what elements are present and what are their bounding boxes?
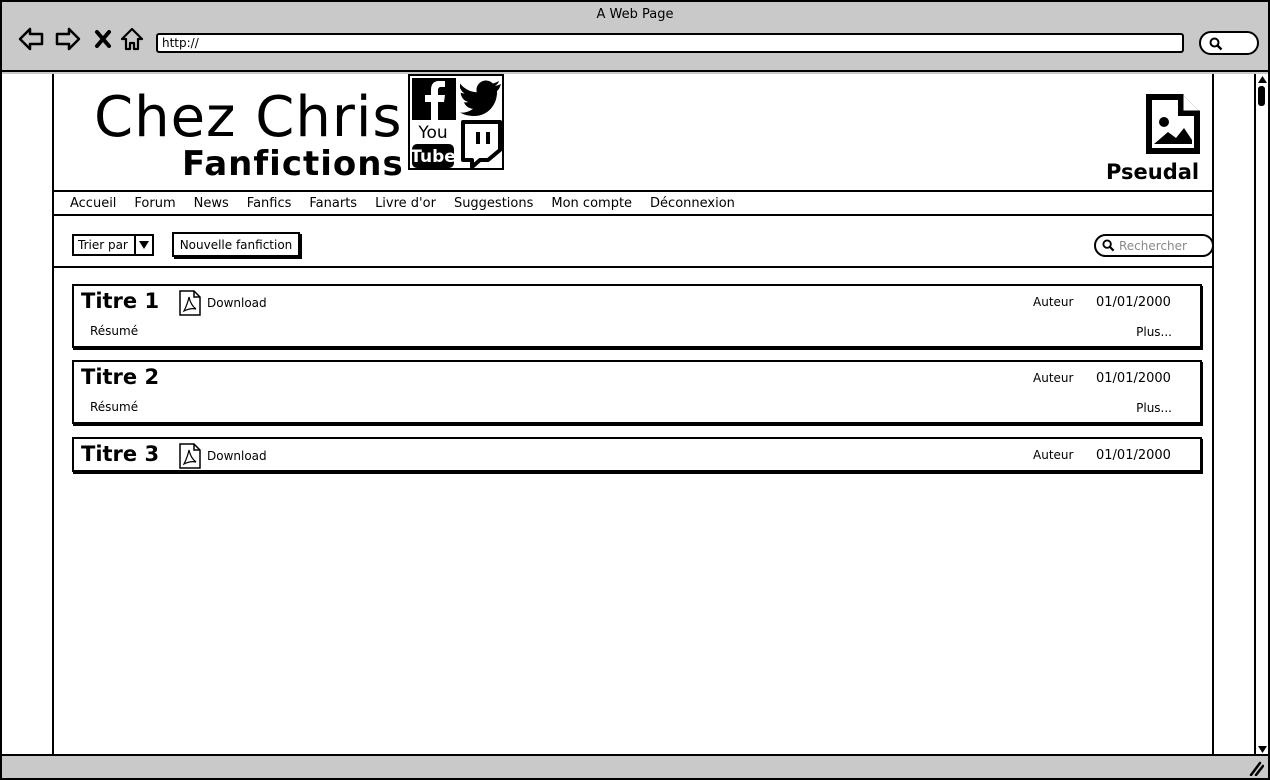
fanfic-summary: Résumé — [90, 324, 139, 338]
fanfic-author[interactable]: Auteur — [1033, 371, 1073, 385]
twitch-icon[interactable] — [458, 120, 502, 168]
vertical-scrollbar[interactable] — [1254, 74, 1268, 754]
fanfic-title[interactable]: Titre 1 — [81, 289, 159, 313]
chevron-down-icon[interactable] — [134, 236, 152, 254]
back-button[interactable] — [16, 24, 46, 54]
menu-item-forum[interactable]: Forum — [134, 196, 175, 211]
forward-button[interactable] — [53, 24, 83, 54]
url-input[interactable]: http:// — [156, 33, 1184, 53]
scroll-up-icon[interactable] — [1256, 74, 1268, 84]
resize-grip-icon[interactable] — [1248, 760, 1264, 776]
fanfic-date: 01/01/2000 — [1096, 448, 1171, 463]
browser-titlebar: A Web Page http:// — [2, 2, 1268, 72]
stop-button[interactable] — [88, 24, 118, 54]
fanfic-card[interactable]: Titre 3 Download Auteur 01/01/2000 — [72, 437, 1202, 472]
pdf-icon — [179, 290, 201, 316]
fanfic-card[interactable]: Titre 2 Auteur 01/01/2000 Résumé Plus... — [72, 360, 1202, 424]
menu-item-news[interactable]: News — [194, 196, 229, 211]
fanfic-author[interactable]: Auteur — [1033, 295, 1073, 309]
fanfic-summary: Résumé — [90, 400, 139, 414]
browser-viewport: Chez Chris Fanfictions You Tube Pseudal … — [2, 74, 1254, 754]
menu-item-mon-compte[interactable]: Mon compte — [551, 196, 632, 211]
page-frame: Chez Chris Fanfictions You Tube Pseudal … — [52, 74, 1214, 754]
window-title: A Web Page — [596, 7, 674, 22]
youtube-text-top: You — [417, 123, 447, 143]
browser-statusbar — [2, 754, 1268, 778]
site-subtitle: Fanfictions — [182, 144, 404, 184]
fanfic-date: 01/01/2000 — [1096, 371, 1171, 386]
forward-arrow-icon — [55, 27, 81, 51]
pdf-icon — [179, 443, 201, 469]
menu-item-accueil[interactable]: Accueil — [70, 196, 116, 211]
home-icon — [120, 27, 144, 51]
search-icon — [1209, 37, 1223, 51]
fanfic-card[interactable]: Titre 1 Download Auteur 01/01/2000 Résum… — [72, 284, 1202, 348]
site-title: Chez Chris — [94, 85, 403, 150]
search-input[interactable] — [1119, 238, 1209, 253]
new-fanfiction-button[interactable]: Nouvelle fanfiction — [172, 232, 300, 257]
browser-search-field[interactable] — [1199, 31, 1259, 55]
fanfic-list: Titre 1 Download Auteur 01/01/2000 Résum… — [54, 266, 1214, 754]
browser-window: A Web Page http:// Chez Chris Fanfiction… — [0, 0, 1270, 780]
fanfic-title[interactable]: Titre 3 — [81, 442, 159, 466]
sort-label: Trier par — [78, 238, 128, 252]
fanfic-title[interactable]: Titre 2 — [81, 365, 159, 389]
twitter-icon[interactable] — [460, 80, 502, 116]
more-link[interactable]: Plus... — [1136, 325, 1172, 339]
download-link[interactable]: Download — [179, 443, 267, 469]
home-button[interactable] — [117, 24, 147, 54]
download-label: Download — [207, 449, 267, 463]
scroll-down-icon[interactable] — [1256, 744, 1268, 754]
close-icon — [95, 30, 111, 48]
social-links: You Tube — [408, 74, 504, 170]
youtube-icon[interactable]: You Tube — [410, 120, 456, 170]
user-avatar-icon[interactable] — [1144, 92, 1202, 156]
fanfic-date: 01/01/2000 — [1096, 295, 1171, 310]
facebook-icon[interactable] — [412, 78, 456, 120]
download-label: Download — [207, 296, 267, 310]
menu-item-fanarts[interactable]: Fanarts — [309, 196, 357, 211]
main-menu: Accueil Forum News Fanfics Fanarts Livre… — [54, 192, 1214, 216]
search-icon — [1102, 239, 1115, 252]
back-arrow-icon — [18, 27, 44, 51]
menu-item-deconnexion[interactable]: Déconnexion — [650, 196, 735, 211]
scroll-thumb[interactable] — [1258, 86, 1265, 106]
fanfic-author[interactable]: Auteur — [1033, 448, 1073, 462]
site-header: Chez Chris Fanfictions You Tube Pseudal — [54, 74, 1214, 192]
sort-dropdown[interactable]: Trier par — [72, 234, 154, 256]
menu-item-suggestions[interactable]: Suggestions — [454, 196, 533, 211]
youtube-text-bottom: Tube — [410, 147, 456, 167]
profile-name[interactable]: Pseudal — [1106, 160, 1199, 184]
download-link[interactable]: Download — [179, 290, 267, 316]
more-link[interactable]: Plus... — [1136, 401, 1172, 415]
menu-item-livre-dor[interactable]: Livre d'or — [375, 196, 436, 211]
menu-item-fanfics[interactable]: Fanfics — [247, 196, 292, 211]
search-field[interactable] — [1094, 234, 1214, 257]
